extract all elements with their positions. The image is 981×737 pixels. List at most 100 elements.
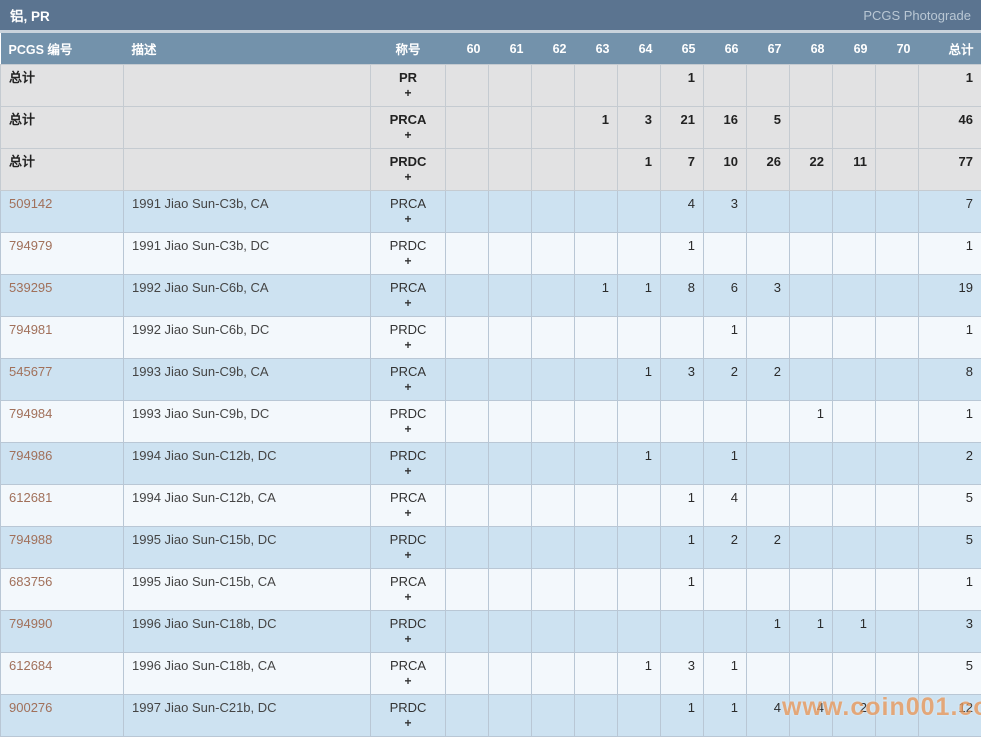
grade-count-cell [575,527,618,569]
grade-count-cell [575,485,618,527]
pcgs-number-link[interactable]: 794988 [9,532,52,547]
grade-count-cell [833,233,876,275]
grade-count-cell: 3 [661,359,704,401]
grade-count-cell: 1 [790,401,833,443]
pcgs-number-link[interactable]: 509142 [9,196,52,211]
grade-count-cell: 6 [704,275,747,317]
row-total-cell: 5 [919,527,981,569]
pcgs-number-link[interactable]: 794990 [9,616,52,631]
pcgs-number-cell: 509142 [1,191,124,233]
pcgs-number-cell: 612684 [1,653,124,695]
grade-count-cell [790,191,833,233]
pcgs-number-link[interactable]: 794986 [9,448,52,463]
grade-count-cell [704,65,747,107]
photograde-link[interactable]: PCGS Photograde [863,8,971,23]
grade-count-cell [661,401,704,443]
pcgs-number-cell: 794986 [1,443,124,485]
grade-count-cell [532,149,575,191]
grade-count-cell: 1 [704,695,747,737]
description-cell: 1995 Jiao Sun-C15b, CA [124,569,371,611]
grade-count-cell: 1 [661,695,704,737]
column-header: 62 [532,33,575,65]
grade-count-cell [876,653,919,695]
grade-count-cell: 4 [704,485,747,527]
grade-count-cell: 1 [618,359,661,401]
table-row: 509142 1991 Jiao Sun-C3b, CA PRCA + 437 [1,191,981,233]
pcgs-number-cell: 683756 [1,569,124,611]
grade-count-cell [446,233,489,275]
grade-count-cell [575,401,618,443]
description-cell: 1992 Jiao Sun-C6b, CA [124,275,371,317]
column-header-row: PCGS 编号描述称号6061626364656667686970总计 [1,33,981,65]
grade-count-cell [532,569,575,611]
grade-count-cell [446,359,489,401]
grade-count-cell [446,65,489,107]
description-cell: 1997 Jiao Sun-C21b, DC [124,695,371,737]
column-header: 61 [489,33,532,65]
designation-cell: PR + [371,65,446,107]
row-total-cell: 3 [919,611,981,653]
grade-count-cell: 3 [618,107,661,149]
pcgs-number-link[interactable]: 545677 [9,364,52,379]
description-cell: 1993 Jiao Sun-C9b, CA [124,359,371,401]
designation-label: PRDC [379,406,437,421]
grade-count-cell [833,191,876,233]
grade-count-cell [532,359,575,401]
grade-count-cell: 1 [661,527,704,569]
pcgs-number-link[interactable]: 612684 [9,658,52,673]
row-total-cell: 1 [919,65,981,107]
pcgs-number-cell: 总计 [1,65,124,107]
grade-count-cell [704,233,747,275]
column-header: PCGS 编号 [1,33,124,65]
grade-count-cell [833,569,876,611]
designation-cell: PRDC + [371,401,446,443]
grade-count-cell [532,485,575,527]
description-cell [124,149,371,191]
pcgs-number-link[interactable]: 539295 [9,280,52,295]
plus-label: + [379,506,437,521]
grade-count-cell [489,527,532,569]
pcgs-number-link[interactable]: 900276 [9,700,52,715]
grade-count-cell [876,485,919,527]
table-row: 545677 1993 Jiao Sun-C9b, CA PRCA + 1322… [1,359,981,401]
grade-count-cell [833,401,876,443]
grade-count-cell [747,317,790,359]
pcgs-number-link[interactable]: 612681 [9,490,52,505]
grade-count-cell [618,65,661,107]
table-row: 794988 1995 Jiao Sun-C15b, DC PRDC + 122… [1,527,981,569]
designation-label: PRDC [379,322,437,337]
pcgs-number-link[interactable]: 683756 [9,574,52,589]
description-cell [124,107,371,149]
row-total-cell: 5 [919,653,981,695]
pcgs-number-link[interactable]: 794981 [9,322,52,337]
grade-count-cell [489,653,532,695]
pcgs-number-link[interactable]: 794984 [9,406,52,421]
designation-cell: PRCA + [371,191,446,233]
grade-count-cell [747,65,790,107]
grade-count-cell [489,569,532,611]
designation-cell: PRDC + [371,233,446,275]
grade-count-cell [661,317,704,359]
grade-count-cell [489,401,532,443]
designation-label: PRCA [379,658,437,673]
designation-cell: PRCA + [371,653,446,695]
grade-count-cell [446,401,489,443]
designation-label: PRCA [379,112,437,127]
grade-count-cell [876,233,919,275]
row-total-cell: 46 [919,107,981,149]
grade-count-cell [532,527,575,569]
grade-count-cell [575,611,618,653]
grade-count-cell [575,569,618,611]
pcgs-number-link[interactable]: 794979 [9,238,52,253]
grade-count-cell [790,233,833,275]
grade-count-cell: 1 [661,233,704,275]
row-total-cell: 1 [919,317,981,359]
grade-count-cell [446,317,489,359]
grade-count-cell: 7 [661,149,704,191]
designation-label: PRCA [379,574,437,589]
designation-label: PRCA [379,490,437,505]
designation-cell: PRCA + [371,275,446,317]
table-row: 683756 1995 Jiao Sun-C15b, CA PRCA + 11 [1,569,981,611]
grade-count-cell [618,527,661,569]
plus-label: + [379,170,437,185]
